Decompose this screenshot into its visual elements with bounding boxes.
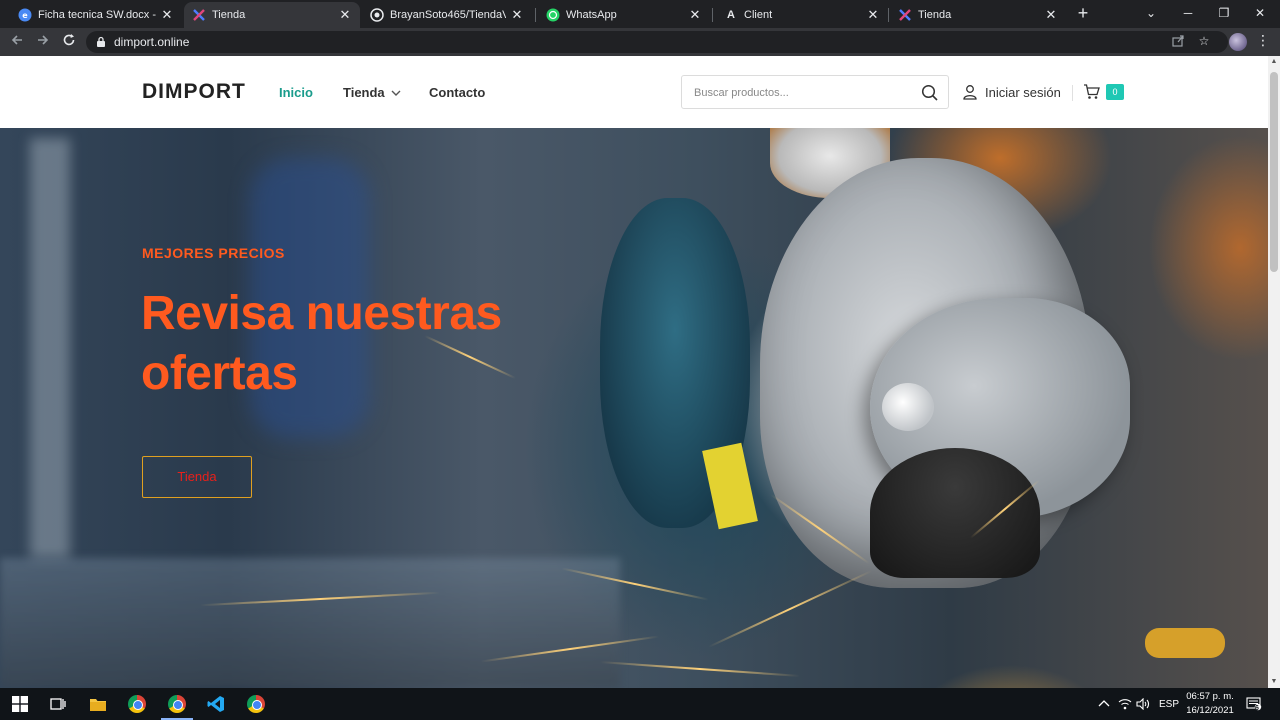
forward-arrow-icon[interactable] <box>34 33 52 51</box>
close-icon[interactable]: ✕ <box>338 7 352 23</box>
scrollbar-thumb[interactable] <box>1270 72 1278 272</box>
header-divider <box>1072 85 1073 101</box>
chrome-profile-icon[interactable] <box>161 692 193 720</box>
tab-tienda-active[interactable]: Tienda ✕ <box>184 2 360 28</box>
web-page: DIMPORT Inicio Tienda Contacto Iniciar s… <box>0 56 1268 688</box>
x-logo-icon <box>192 8 206 22</box>
tab-divider <box>535 8 536 22</box>
search-icon[interactable] <box>921 84 939 102</box>
tab-search-chevron-icon[interactable]: ⌄ <box>1141 3 1161 23</box>
cart-icon <box>1083 83 1101 101</box>
saw-hub-image <box>882 383 934 431</box>
share-icon[interactable] <box>1170 34 1186 50</box>
menu-dots-icon[interactable]: ⋮ <box>1256 32 1270 49</box>
hero-title: Revisa nuestras ofertas <box>141 287 502 400</box>
address-bar[interactable]: dimport.online ☆ <box>86 31 1228 53</box>
tab-title: Ficha tecnica SW.docx - Docu <box>38 9 156 21</box>
word-doc-icon: e <box>18 8 32 22</box>
clock-date: 16/12/2021 <box>1186 705 1234 716</box>
task-view-icon[interactable] <box>46 692 70 716</box>
close-icon[interactable]: ✕ <box>1044 7 1058 23</box>
hero-shop-button[interactable]: Tienda <box>142 456 252 498</box>
maximize-icon[interactable]: ❐ <box>1214 3 1234 23</box>
x-logo-icon <box>898 8 912 22</box>
tab-title: WhatsApp <box>566 9 617 21</box>
saw-blade-image <box>870 448 1040 578</box>
url-text[interactable]: dimport.online <box>114 35 189 49</box>
clock-time: 06:57 p. m. <box>1186 691 1234 702</box>
bookmark-star-icon[interactable]: ☆ <box>1196 34 1212 50</box>
file-explorer-icon[interactable] <box>86 692 110 716</box>
cart-button[interactable]: 0 <box>1072 83 1124 101</box>
tab-title: Tienda <box>212 9 246 21</box>
spark-graphic <box>708 570 872 648</box>
wifi-icon[interactable] <box>1118 688 1132 720</box>
close-icon[interactable]: ✕ <box>510 7 524 23</box>
cart-count-badge: 0 <box>1106 84 1124 100</box>
a-logo-icon: A <box>727 9 735 21</box>
nav-contacto[interactable]: Contacto <box>429 85 485 100</box>
windows-start-icon[interactable] <box>8 692 32 716</box>
close-icon[interactable]: ✕ <box>688 7 702 23</box>
profile-avatar[interactable] <box>1229 33 1247 51</box>
tab-title: BrayanSoto465/TiendaVirtual <box>390 9 506 21</box>
tab-title: Client <box>744 9 773 21</box>
hero-eyebrow: MEJORES PRECIOS <box>142 245 285 261</box>
spark-graphic <box>600 661 800 677</box>
close-icon[interactable]: ✕ <box>866 7 880 23</box>
tab-client[interactable]: A Client ✕ <box>716 2 888 28</box>
nav-tienda[interactable]: Tienda <box>343 85 401 100</box>
tab-divider <box>888 8 889 22</box>
tab-ficha-tecnica[interactable]: e Ficha tecnica SW.docx - Docu ✕ <box>10 2 182 28</box>
chrome-icon[interactable] <box>125 692 149 716</box>
window-close-icon[interactable]: ✕ <box>1250 3 1270 23</box>
whatsapp-icon <box>546 8 560 22</box>
search-input[interactable] <box>694 84 914 102</box>
tray-chevron-icon[interactable] <box>1098 688 1110 720</box>
svg-text:e: e <box>22 11 28 20</box>
tab-tienda[interactable]: Tienda ✕ <box>890 2 1066 28</box>
notification-center-icon[interactable]: 6 <box>1246 688 1262 720</box>
site-header: DIMPORT Inicio Tienda Contacto Iniciar s… <box>0 56 1268 128</box>
nav-inicio[interactable]: Inicio <box>279 85 313 100</box>
user-icon <box>962 84 978 100</box>
nav-tienda-label: Tienda <box>343 85 385 100</box>
tab-github[interactable]: BrayanSoto465/TiendaVirtual ✕ <box>362 2 532 28</box>
page-scrollbar[interactable]: ▲ ▼ <box>1268 56 1280 688</box>
taskbar-clock[interactable]: 06:57 p. m. 16/12/2021 <box>1182 690 1238 718</box>
reload-icon[interactable] <box>60 33 78 51</box>
notification-count: 6 <box>1255 705 1259 712</box>
site-logo[interactable]: DIMPORT <box>142 80 246 104</box>
hero-background-shape <box>0 558 620 688</box>
browser-toolbar: dimport.online ☆ ⋮ <box>0 28 1280 56</box>
close-icon[interactable]: ✕ <box>160 7 174 23</box>
back-arrow-icon[interactable] <box>8 33 26 51</box>
language-indicator[interactable]: ESP <box>1159 688 1179 720</box>
scroll-up-icon[interactable]: ▲ <box>1268 56 1280 68</box>
lock-icon[interactable] <box>96 35 106 53</box>
tab-divider <box>712 8 713 22</box>
saw-handle-image <box>1145 628 1225 658</box>
login-label: Iniciar sesión <box>985 84 1061 100</box>
search-box <box>681 75 949 109</box>
github-icon <box>370 8 384 22</box>
tab-title: Tienda <box>918 9 952 21</box>
saw-label-image <box>702 442 758 530</box>
tab-whatsapp[interactable]: WhatsApp ✕ <box>538 2 710 28</box>
scroll-down-icon[interactable]: ▼ <box>1268 676 1280 688</box>
windows-taskbar: ESP 06:57 p. m. 16/12/2021 6 <box>0 688 1280 720</box>
hero-background-shape <box>30 138 70 558</box>
hero-banner: MEJORES PRECIOS Revisa nuestras ofertas … <box>0 128 1268 688</box>
chevron-down-icon <box>391 89 401 100</box>
login-link[interactable]: Iniciar sesión <box>962 84 1061 100</box>
chrome-secondary-icon[interactable] <box>244 692 268 716</box>
minimize-icon[interactable]: ─ <box>1178 3 1198 23</box>
new-tab-button[interactable]: + <box>1074 4 1092 22</box>
tab-strip: e Ficha tecnica SW.docx - Docu ✕ Tienda … <box>0 0 1280 28</box>
volume-icon[interactable] <box>1136 688 1150 720</box>
vscode-icon[interactable] <box>204 692 228 716</box>
